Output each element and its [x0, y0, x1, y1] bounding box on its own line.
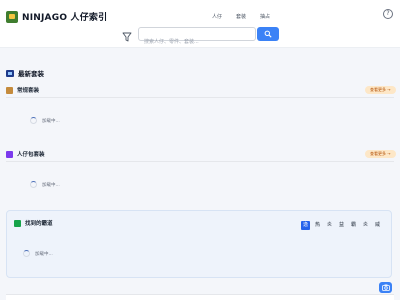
- found-panel: 找到的霸道 逸 热 炎 益 霸 炎 威 加载中...: [6, 210, 392, 278]
- box-icon: [6, 86, 13, 94]
- loading-text: 加载中...: [42, 182, 60, 188]
- camera-icon: [381, 284, 390, 291]
- divider: [6, 97, 394, 98]
- minifig-pack-icon: [6, 150, 13, 158]
- search-input[interactable]: [139, 36, 255, 48]
- dragon-icon: [14, 219, 21, 227]
- view-more-minifig-button[interactable]: 查看更多 →: [365, 150, 396, 158]
- element-tab[interactable]: 益: [337, 221, 346, 230]
- page-title: 最新套装: [18, 70, 44, 78]
- loading-indicator: 加载中...: [30, 181, 60, 188]
- nav-item-minifigures[interactable]: 人仔: [212, 13, 222, 20]
- nav-item-draw[interactable]: 抽占: [260, 13, 270, 20]
- spinner-icon: [23, 250, 30, 257]
- element-filter: 逸 热 炎 益 霸 炎 威: [301, 221, 382, 230]
- loading-text: 加载中...: [35, 251, 53, 257]
- help-icon[interactable]: ?: [383, 9, 393, 19]
- spinner-icon: [30, 181, 37, 188]
- app-title: NINJAGO 人仔索引: [22, 13, 108, 23]
- element-tab[interactable]: 炎: [361, 221, 370, 230]
- divider: [6, 161, 394, 162]
- app-logo[interactable]: NINJAGO 人仔索引: [6, 10, 107, 23]
- element-tab[interactable]: 霸: [349, 221, 358, 230]
- panel-title: 找到的霸道: [25, 221, 53, 227]
- element-tab[interactable]: 热: [313, 221, 322, 230]
- loading-indicator: 加载中...: [30, 117, 60, 124]
- element-tab[interactable]: 威: [373, 221, 382, 230]
- search-field: [138, 27, 256, 48]
- panel-header: 找到的霸道: [14, 219, 53, 227]
- search-button[interactable]: [257, 27, 279, 41]
- next-section-peek: [6, 294, 394, 300]
- main-nav: 人仔 套装 抽占: [212, 13, 270, 20]
- spinner-icon: [30, 117, 37, 124]
- search-icon: [264, 30, 272, 38]
- top-header: NINJAGO 人仔索引 人仔 套装 抽占 ?: [0, 0, 400, 48]
- ninjago-logo-icon: [6, 10, 18, 23]
- element-tab[interactable]: 逸: [301, 221, 310, 230]
- camera-button[interactable]: [379, 282, 392, 293]
- loading-indicator: 加载中...: [23, 250, 53, 257]
- new-sets-icon: [6, 69, 14, 77]
- section-title: 人仔包套装: [17, 152, 45, 158]
- loading-text: 加载中...: [42, 118, 60, 124]
- section-minifig-pack-sets: 人仔包套装: [6, 150, 45, 158]
- element-tab[interactable]: 炎: [325, 221, 334, 230]
- nav-item-sets[interactable]: 套装: [236, 13, 246, 20]
- section-regular-sets: 常规套装: [6, 86, 39, 94]
- page-title-block: 最新套装: [6, 68, 44, 78]
- section-title: 常规套装: [17, 88, 40, 94]
- filter-icon[interactable]: [121, 28, 133, 42]
- view-more-regular-button[interactable]: 查看更多 →: [365, 86, 396, 94]
